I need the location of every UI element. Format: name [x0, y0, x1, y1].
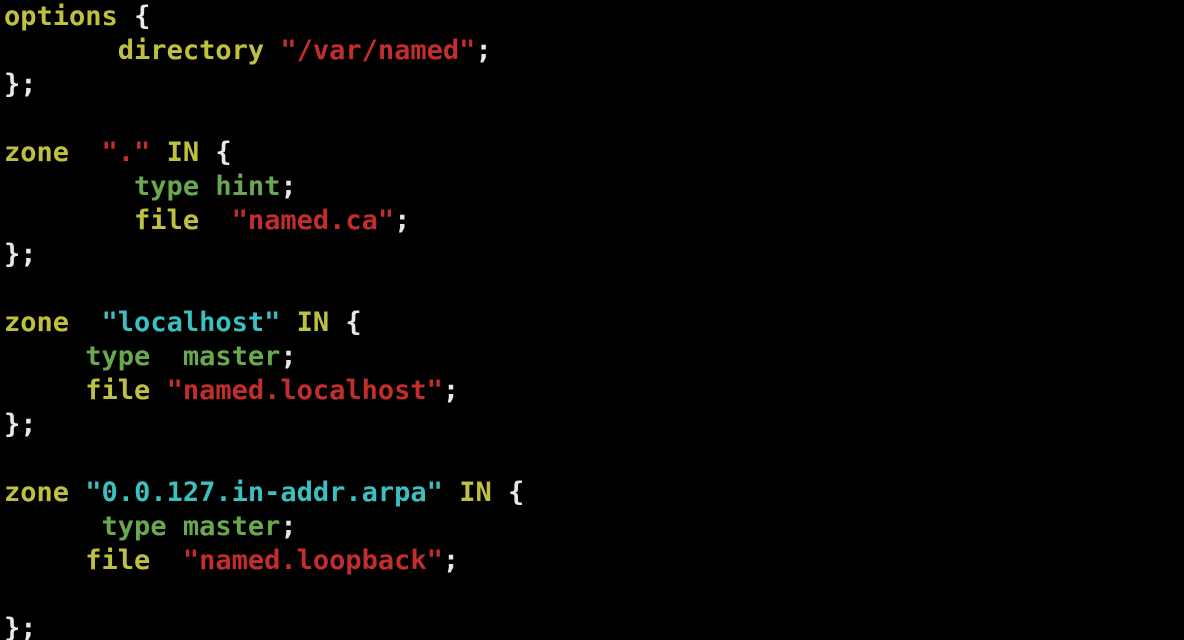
keyword-in: IN: [167, 137, 200, 168]
keyword-zone: zone: [4, 477, 69, 508]
semicolon: ;: [443, 545, 459, 576]
string-namedca: "named.ca": [232, 205, 395, 236]
value-master: master: [183, 511, 281, 542]
string-ptrzone: "0.0.127.in-addr.arpa": [85, 477, 443, 508]
brace-close-semi: };: [4, 409, 37, 440]
semicolon: ;: [280, 341, 296, 372]
brace-close-semi: };: [4, 69, 37, 100]
semicolon: ;: [280, 511, 296, 542]
string-namedlocalhost: "named.localhost": [167, 375, 443, 406]
value-hint: hint: [215, 171, 280, 202]
keyword-in: IN: [459, 477, 492, 508]
brace-close-semi: };: [4, 613, 37, 640]
keyword-options: options: [4, 1, 118, 32]
keyword-in: IN: [297, 307, 330, 338]
brace-open: {: [345, 307, 361, 338]
value-master: master: [183, 341, 281, 372]
semicolon: ;: [443, 375, 459, 406]
keyword-file: file: [134, 205, 199, 236]
keyword-type: type: [85, 341, 150, 372]
brace-close-semi: };: [4, 239, 37, 270]
brace-open: {: [134, 1, 150, 32]
keyword-directory: directory: [118, 35, 264, 66]
keyword-type: type: [134, 171, 199, 202]
keyword-file: file: [85, 375, 150, 406]
semicolon: ;: [280, 171, 296, 202]
keyword-zone: zone: [4, 307, 69, 338]
semicolon: ;: [475, 35, 491, 66]
string-rootzone: ".": [102, 137, 151, 168]
keyword-file: file: [85, 545, 150, 576]
keyword-zone: zone: [4, 137, 69, 168]
string-localhost: "localhost": [102, 307, 281, 338]
keyword-type: type: [102, 511, 167, 542]
brace-open: {: [215, 137, 231, 168]
semicolon: ;: [394, 205, 410, 236]
brace-open: {: [508, 477, 524, 508]
string-namedloopback: "named.loopback": [183, 545, 443, 576]
config-code-block: options { directory "/var/named"; }; zon…: [0, 0, 1184, 640]
string-varnamed: "/var/named": [280, 35, 475, 66]
